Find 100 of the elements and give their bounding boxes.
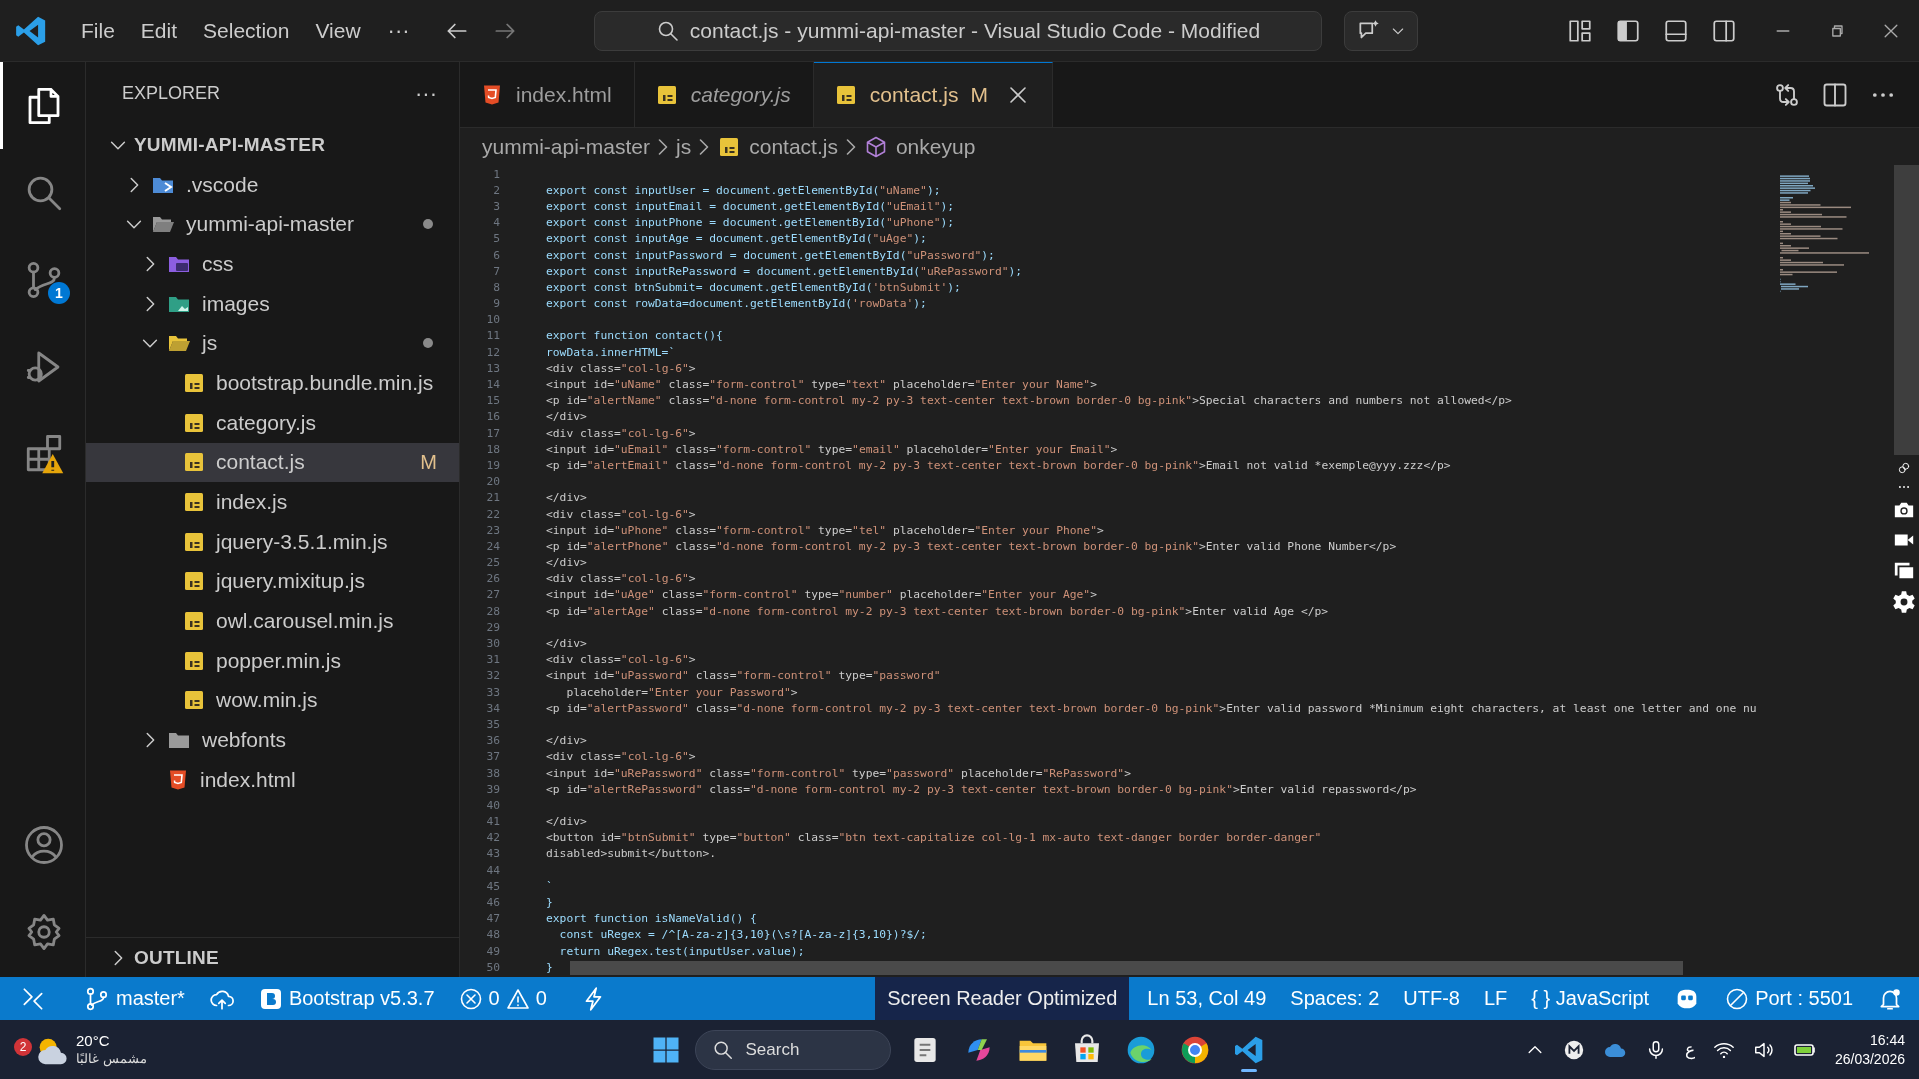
tree-item[interactable]: index.html <box>86 760 459 800</box>
tree-item[interactable]: yummi-api-master <box>86 204 459 245</box>
search-field[interactable]: Search <box>694 1029 891 1070</box>
code-line: <p id="alertEmail" class="d-none form-control my-2 py-3 text-center text-brown border-0 bg-pink">Email not valid *exemple@yyy.zzz</p> <box>546 458 1451 472</box>
status-item[interactable]: Ln 53, Col 49 <box>1147 987 1267 1010</box>
tree-item[interactable]: js <box>86 323 459 364</box>
problems-button[interactable]: 0 0 <box>458 986 547 1011</box>
date: 26/03/2026 <box>1834 1049 1905 1068</box>
code-line: <input id="uRePassword" class="form-control" type="password" placeholder="RePassword"> <box>546 766 1131 780</box>
live-server-button[interactable]: Port : 5501 <box>1725 986 1853 1011</box>
line-number: 32 <box>485 669 500 683</box>
line-number: 44 <box>485 863 500 877</box>
tree-item[interactable]: jquery.mixitup.js <box>86 561 459 602</box>
tree-item[interactable]: .vscode <box>86 164 459 205</box>
chevron-icon <box>845 138 856 155</box>
line-number: 41 <box>485 815 500 829</box>
layout-icon[interactable] <box>1567 17 1593 44</box>
line-number: 20 <box>485 475 500 489</box>
code-line: <div class="col-lg-6"> <box>546 572 696 586</box>
line-number: 21 <box>485 491 500 505</box>
more-menu-button[interactable]: ··· <box>387 17 410 44</box>
time: 16:44 <box>1869 1031 1905 1050</box>
code-line: export const rowData=document.getElementById('rowData'); <box>546 297 927 311</box>
code-line: <input id="uEmail" class="form-control" type="email" placeholder="Enter your Email"> <box>546 442 1118 456</box>
tree-item[interactable]: jquery-3.5.1.min.js <box>86 521 459 562</box>
git-status-label: M <box>970 83 988 107</box>
breadcrumb-item[interactable]: onkeyup <box>863 134 976 159</box>
tree-item[interactable]: category.js <box>86 402 459 443</box>
weather-condition: مشمس غالبًا <box>76 1050 147 1067</box>
notification-badge: 2 <box>14 1038 32 1056</box>
status-item[interactable]: LF <box>1483 987 1508 1010</box>
code-line: </div> <box>546 734 587 748</box>
editor-tab[interactable]: contact.js M <box>813 62 1053 127</box>
scrollbar[interactable] <box>1894 165 1919 455</box>
input-language[interactable]: ع <box>1684 1039 1695 1060</box>
menu-item[interactable]: Edit <box>129 12 189 49</box>
status-item[interactable]: UTF-8 <box>1403 987 1460 1010</box>
more-icon[interactable] <box>1897 483 1911 491</box>
menu-item[interactable]: File <box>70 12 126 49</box>
branch-icon <box>84 985 110 1012</box>
language-mode-button[interactable]: { } JavaScript <box>1531 987 1650 1010</box>
line-number: 22 <box>485 507 500 521</box>
sidebar-toggle-icon[interactable] <box>1615 17 1641 44</box>
tree-item[interactable]: index.js <box>86 482 459 522</box>
line-number: 34 <box>485 701 500 715</box>
line-number: 37 <box>485 750 500 764</box>
menu-item[interactable]: Selection <box>192 12 301 49</box>
secondary-sidebar-icon[interactable] <box>1711 17 1737 44</box>
command-center[interactable]: contact.js - yummi-api-master - Visual Studio Code - Modified <box>594 10 1322 51</box>
remote-icon[interactable] <box>20 985 46 1012</box>
breadcrumb-item[interactable]: contact.js <box>717 134 838 159</box>
menu-item[interactable]: View <box>304 12 372 49</box>
panel-title: EXPLORER <box>122 83 221 104</box>
tree-item[interactable]: bootstrap.bundle.min.js <box>86 363 459 403</box>
line-number: 33 <box>485 685 500 699</box>
status-item[interactable]: Spaces: 2 <box>1290 987 1380 1010</box>
line-number: 9 <box>492 297 500 311</box>
tree-item[interactable]: images <box>86 283 459 324</box>
panel-toggle-icon[interactable] <box>1663 17 1689 44</box>
code-line: <p id="alertPhone" class="d-none form-control my-2 py-3 text-center text-brown border-0 bg-pink">Enter valid Phone Number</p> <box>546 539 1397 553</box>
tree-item[interactable]: webfonts <box>86 720 459 760</box>
code-line: <input id="uName" class="form-control" type="text" placeholder="Enter your Name"> <box>546 378 1097 392</box>
clock[interactable]: 16:44 26/03/2026 <box>1834 1031 1905 1068</box>
code-line: <div class="col-lg-6"> <box>546 426 696 440</box>
line-number: 46 <box>485 896 500 910</box>
line-number: 7 <box>492 264 500 278</box>
scrollbar[interactable] <box>570 961 1683 975</box>
code-line: ` <box>546 879 553 893</box>
code-line: } <box>546 896 553 910</box>
tree-item[interactable]: owl.carousel.min.js <box>86 601 459 641</box>
workspace-header[interactable]: YUMMI-API-MASTER <box>86 125 459 165</box>
code-line: export const btnSubmit= document.getElementById('btnSubmit'); <box>546 280 961 294</box>
gear-icon[interactable] <box>1891 589 1917 615</box>
chat-button[interactable] <box>1344 10 1418 51</box>
line-number: 3 <box>492 199 500 213</box>
link-icon[interactable] <box>1897 461 1911 475</box>
code-line: </div> <box>546 410 587 424</box>
account-icon[interactable] <box>23 823 65 866</box>
line-number: 24 <box>485 539 500 553</box>
breadcrumb-item[interactable]: yummi-api-master <box>482 134 651 159</box>
tree-item[interactable]: wow.min.js <box>86 680 459 721</box>
code-line: <p id="alertName" class="d-none form-control my-2 py-3 text-center text-brown border-0 bg-pink">Special characters and numbers not allowed</p> <box>546 394 1512 408</box>
code-line: const uRegex = /^[A-za-z]{3,10}(\s?[A-za-z]{3,10})?$/; <box>558 928 927 942</box>
accessibility-mode-button[interactable]: Screen Reader Optimized <box>875 977 1130 1020</box>
more-actions-button[interactable]: ··· <box>415 80 437 107</box>
line-number: 23 <box>485 523 500 537</box>
line-number: 29 <box>485 620 500 634</box>
breadcrumb-item[interactable]: js <box>676 134 692 159</box>
code-line: <input id="uPassword" class="form-control" type="password" <box>546 669 941 683</box>
tree-item[interactable]: contact.js M <box>86 442 459 483</box>
branch-button[interactable]: master* <box>84 985 185 1012</box>
tree-item[interactable]: popper.min.js <box>86 640 459 681</box>
circle-app-icon[interactable] <box>1562 1038 1585 1061</box>
line-number: 10 <box>485 313 500 327</box>
framework-button[interactable]: Bootstrap v5.3.7 <box>258 986 435 1011</box>
line-number: 42 <box>485 831 500 845</box>
code-line: <button id="btnSubmit" type="button" class="btn text-capitalize col-lg-1 mx-auto text-danger border border-danger" <box>546 831 1322 845</box>
code-line: placeholder="Enter your Password"> <box>565 685 798 699</box>
error-count: 0 <box>488 987 500 1010</box>
tree-item[interactable]: css <box>86 244 459 284</box>
